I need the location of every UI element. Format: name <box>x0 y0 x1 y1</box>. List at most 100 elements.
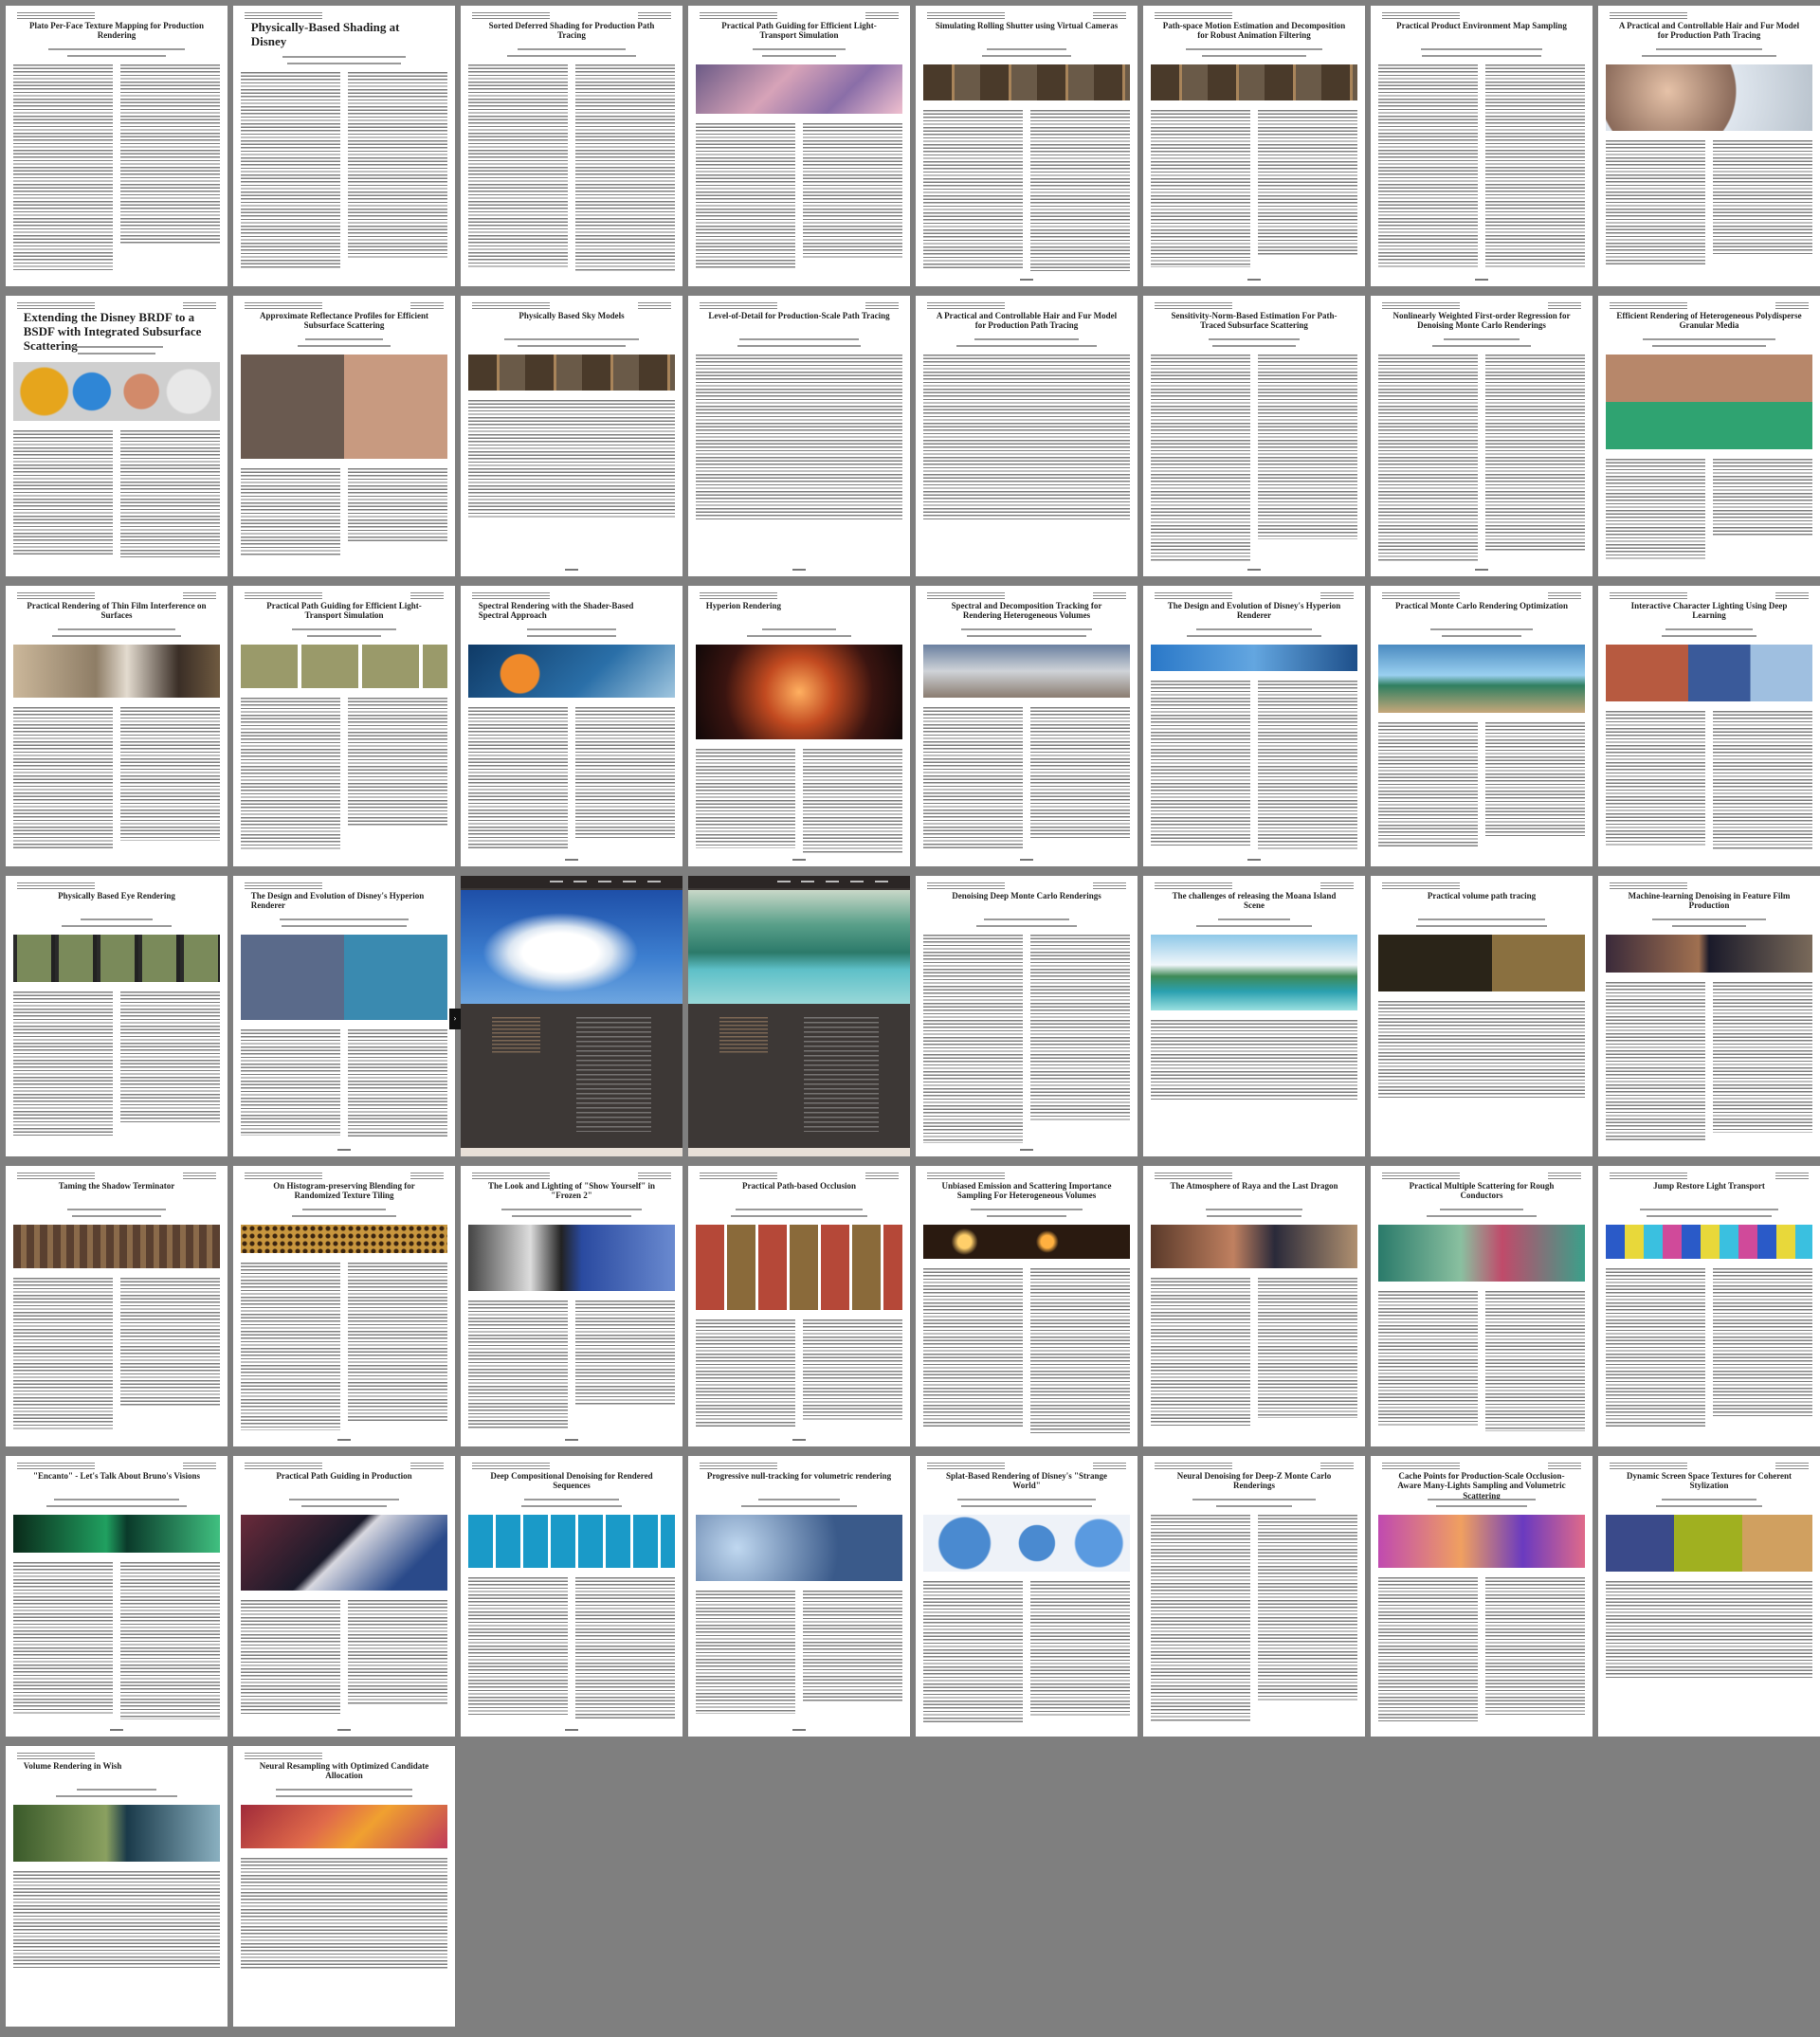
page-header-text <box>1381 302 1460 310</box>
page-header-text <box>1548 302 1582 310</box>
author-line <box>255 60 432 71</box>
page-thumbnail[interactable]: The Design and Evolution of Disney's Hyp… <box>233 876 455 1156</box>
page-header-text <box>638 302 672 310</box>
page-divider-tab[interactable]: › <box>449 1009 461 1029</box>
body-text-column <box>575 64 675 273</box>
page-thumbnail[interactable]: Taming the Shadow Terminator <box>6 1166 228 1446</box>
figure-tiles <box>468 1515 675 1568</box>
page-header-text <box>926 1173 1005 1180</box>
body-text-column <box>1258 110 1357 256</box>
paper-title: Simulating Rolling Shutter using Virtual… <box>935 21 1119 30</box>
paper-title: The challenges of releasing the Moana Is… <box>1172 891 1337 911</box>
body-text-column <box>803 123 902 258</box>
page-thumbnail[interactable]: Practical Product Environment Map Sampli… <box>1371 6 1592 286</box>
body-text-column <box>1030 1581 1130 1717</box>
page-thumbnail[interactable]: Plato Per-Face Texture Mapping for Produ… <box>6 6 228 286</box>
body-text-column <box>241 1029 340 1136</box>
body-text-column <box>241 1858 447 1970</box>
page-thumbnail[interactable]: Dynamic Screen Space Textures for Cohere… <box>1598 1456 1820 1737</box>
page-thumbnail[interactable]: Practical Path-based Occlusion <box>688 1166 910 1446</box>
page-number <box>1019 1149 1033 1152</box>
figure-forest <box>13 1805 220 1862</box>
paper-title: Practical Multiple Scattering for Rough … <box>1409 1181 1555 1201</box>
page-header-text <box>926 592 1005 600</box>
page-thumbnail[interactable]: A Practical and Controllable Hair and Fu… <box>916 296 1138 576</box>
body-text-column <box>1606 1581 1812 1680</box>
page-thumbnail[interactable]: Neural Resampling with Optimized Candida… <box>233 1746 455 2027</box>
page-thumbnail[interactable]: Practical Monte Carlo Rendering Optimiza… <box>1371 586 1592 866</box>
paper-title: Neural Resampling with Optimized Candida… <box>259 1761 429 1781</box>
page-thumbnail[interactable] <box>688 876 910 1156</box>
page-number <box>792 1439 806 1442</box>
page-thumbnail[interactable]: Hyperion Rendering <box>688 586 910 866</box>
paper-title: The Atmosphere of Raya and the Last Drag… <box>1170 1181 1338 1191</box>
page-thumbnail[interactable]: Spectral and Decomposition Tracking for … <box>916 586 1138 866</box>
page-thumbnail[interactable]: Practical Path Guiding in Production <box>233 1456 455 1737</box>
page-thumbnail[interactable]: Nonlinearly Weighted First-order Regress… <box>1371 296 1592 576</box>
page-header-text <box>1609 882 1687 890</box>
page-thumbnail[interactable]: Unbiased Emission and Scattering Importa… <box>916 1166 1138 1446</box>
page-thumbnail[interactable]: Denoising Deep Monte Carlo Renderings <box>916 876 1138 1156</box>
page-header-text <box>926 882 1005 890</box>
author-line <box>1392 632 1570 644</box>
body-text-column <box>1606 459 1705 561</box>
page-thumbnail[interactable]: Practical Path Guiding for Efficient Lig… <box>233 586 455 866</box>
body-text-column <box>1378 64 1478 267</box>
page-thumbnail[interactable]: Practical Multiple Scattering for Rough … <box>1371 1166 1592 1446</box>
page-thumbnail[interactable]: Practical Path Guiding for Efficient Lig… <box>688 6 910 286</box>
page-thumbnail[interactable]: Efficient Rendering of Heterogeneous Pol… <box>1598 296 1820 576</box>
page-number <box>1474 569 1488 572</box>
page-thumbnail[interactable]: Physically-Based Shading at Disney <box>233 6 455 286</box>
body-text-column <box>1151 681 1250 848</box>
page-thumbnail[interactable]: Simulating Rolling Shutter using Virtual… <box>916 6 1138 286</box>
figure-strip <box>923 64 1130 100</box>
page-thumbnail[interactable]: Interactive Character Lighting Using Dee… <box>1598 586 1820 866</box>
page-thumbnail[interactable]: Neural Denoising for Deep-Z Monte Carlo … <box>1143 1456 1365 1737</box>
page-thumbnail[interactable]: Level-of-Detail for Production-Scale Pat… <box>688 296 910 576</box>
page-thumbnail[interactable]: Path-space Motion Estimation and Decompo… <box>1143 6 1365 286</box>
author-line <box>27 1212 205 1224</box>
page-thumbnail[interactable]: Progressive null-tracking for volumetric… <box>688 1456 910 1737</box>
page-thumbnail[interactable]: Deep Compositional Denoising for Rendere… <box>461 1456 682 1737</box>
figure-sparks <box>923 1225 1130 1259</box>
page-thumbnail[interactable]: "Encanto" - Let's Talk About Bruno's Vis… <box>6 1456 228 1737</box>
page-thumbnail[interactable]: Spectral Rendering with the Shader-Based… <box>461 586 682 866</box>
page-thumbnail[interactable]: Physically Based Sky Models <box>461 296 682 576</box>
page-thumbnail[interactable]: Practical Rendering of Thin Film Interfe… <box>6 586 228 866</box>
page-thumbnail[interactable]: The Design and Evolution of Disney's Hyp… <box>1143 586 1365 866</box>
page-thumbnail[interactable]: A Practical and Controllable Hair and Fu… <box>1598 6 1820 286</box>
page-thumbnail[interactable]: Sorted Deferred Shading for Production P… <box>461 6 682 286</box>
page-thumbnail[interactable]: On Histogram-preserving Blending for Ran… <box>233 1166 455 1446</box>
paper-title: A Practical and Controllable Hair and Fu… <box>936 311 1118 331</box>
page-thumbnail[interactable]: Splat-Based Rendering of Disney's "Stran… <box>916 1456 1138 1737</box>
author-line <box>1392 342 1570 354</box>
page-thumbnail[interactable]: Sensitivity-Norm-Based Estimation For Pa… <box>1143 296 1365 576</box>
page-footer-bar <box>461 1148 682 1156</box>
page-header-text <box>699 302 777 310</box>
paper-title: Practical Product Environment Map Sampli… <box>1396 21 1567 30</box>
body-text-column <box>923 110 1023 268</box>
page-header-text <box>865 12 900 20</box>
nav-link-placeholder <box>549 881 563 883</box>
page-thumbnail[interactable]: Cache Points for Production-Scale Occlus… <box>1371 1456 1592 1737</box>
page-header-text <box>244 302 322 310</box>
page-thumbnail[interactable]: Extending the Disney BRDF to a BSDF with… <box>6 296 228 576</box>
page-thumbnail[interactable]: The Look and Lighting of "Show Yourself"… <box>461 1166 682 1446</box>
paper-title: Progressive null-tracking for volumetric… <box>706 1471 892 1481</box>
page-thumbnail[interactable]: Jump Restore Light Transport <box>1598 1166 1820 1446</box>
page-thumbnail[interactable]: Approximate Reflectance Profiles for Eff… <box>233 296 455 576</box>
body-text-column <box>13 430 113 556</box>
page-thumbnail[interactable]: Physically Based Eye Rendering <box>6 876 228 1156</box>
page-thumbnail[interactable]: Volume Rendering in Wish <box>6 1746 228 2027</box>
page-thumbnail[interactable]: Practical volume path tracing <box>1371 876 1592 1156</box>
page-thumbnail[interactable]: The Atmosphere of Raya and the Last Drag… <box>1143 1166 1365 1446</box>
figure-blue <box>1151 645 1357 671</box>
body-text-column <box>13 991 113 1137</box>
page-thumbnail[interactable]: The challenges of releasing the Moana Is… <box>1143 876 1365 1156</box>
page-header-text <box>1381 882 1460 890</box>
figure-clouds2 <box>696 1515 902 1581</box>
body-text-column <box>1606 711 1705 846</box>
paper-title: Practical Path Guiding for Efficient Lig… <box>721 21 877 41</box>
page-thumbnail[interactable] <box>461 876 682 1156</box>
page-thumbnail[interactable]: Machine-learning Denoising in Feature Fi… <box>1598 876 1820 1156</box>
